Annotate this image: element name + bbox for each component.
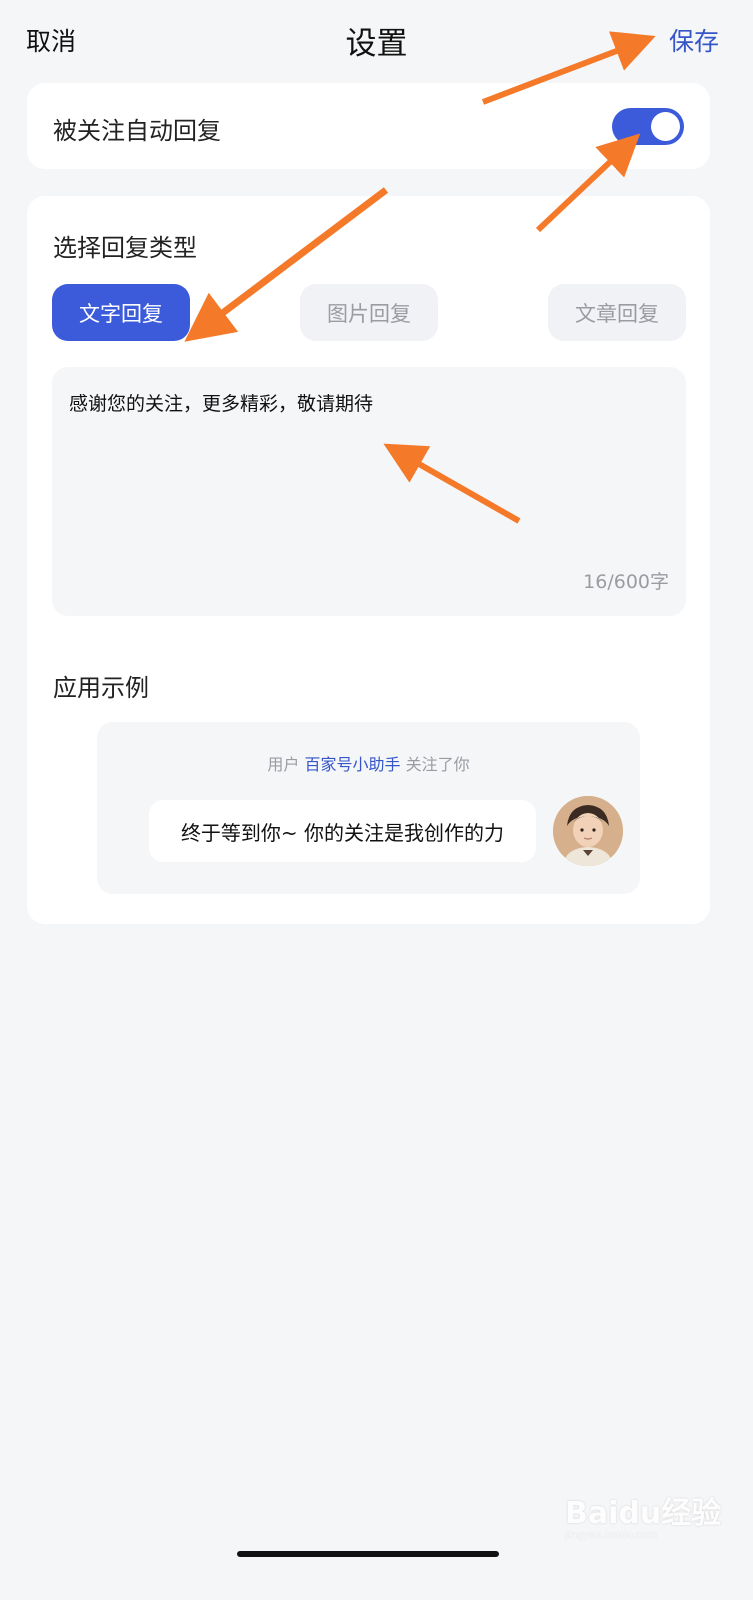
reply-bubble: 终于等到你~ 你的关注是我创作的力	[149, 800, 536, 862]
notice-suffix: 关注了你	[405, 755, 470, 774]
example-preview: 用户 百家号小助手 关注了你 终于等到你~ 你的关注是我创作的力	[97, 722, 640, 894]
avatar	[553, 796, 623, 866]
watermark-url: jingyan.baidu.com	[565, 1530, 658, 1541]
notice-prefix: 用户	[267, 755, 300, 774]
save-button[interactable]: 保存	[669, 22, 719, 58]
notice-user-name: 百家号小助手	[304, 755, 401, 774]
article-reply-button[interactable]: 文章回复	[548, 284, 686, 341]
char-counter: 16/600字	[583, 571, 669, 593]
text-reply-button[interactable]: 文字回复	[52, 284, 190, 341]
auto-reply-label: 被关注自动回复	[53, 117, 221, 145]
example-title: 应用示例	[53, 674, 149, 702]
watermark-brand: Baidu经验	[565, 1496, 722, 1531]
top-bar: 取消 设置 保存	[0, 0, 753, 82]
toggle-knob	[651, 112, 680, 141]
avatar-portrait-icon	[553, 796, 623, 866]
page-title: 设置	[345, 26, 408, 62]
reply-message-text: 感谢您的关注，更多精彩，敬请期待	[69, 393, 374, 415]
image-reply-button[interactable]: 图片回复	[300, 284, 438, 341]
auto-reply-toggle[interactable]	[612, 108, 684, 145]
reply-message-input[interactable]: 感谢您的关注，更多精彩，敬请期待 16/600字	[52, 367, 686, 616]
baidu-jingyan-watermark: Baidu经验 jingyan.baidu.com	[565, 1488, 722, 1541]
reply-type-title: 选择回复类型	[53, 234, 197, 262]
auto-reply-card: 被关注自动回复	[27, 83, 710, 169]
follow-notice: 用户 百家号小助手 关注了你	[97, 751, 640, 775]
home-indicator	[237, 1551, 499, 1557]
